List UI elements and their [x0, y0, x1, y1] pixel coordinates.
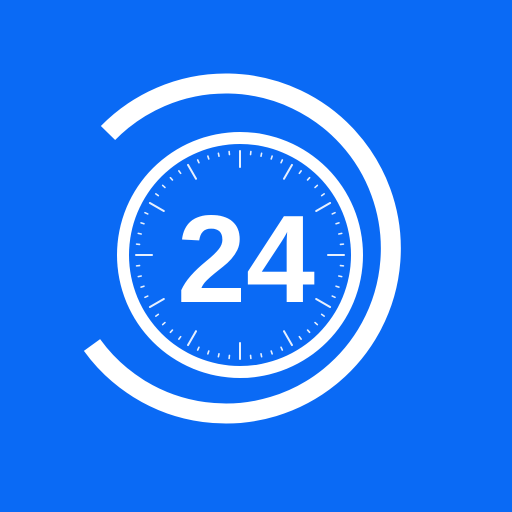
clock-tick-minor	[331, 211, 336, 215]
clock-tick-minor	[137, 275, 143, 278]
clock-tick-minor	[270, 155, 273, 160]
clock-tick-minor	[207, 155, 210, 160]
clock-tick-minor	[335, 285, 340, 288]
app-icon[interactable]: 24	[0, 0, 512, 512]
clock-tick-minor	[335, 222, 340, 225]
clock-tick-minor	[137, 232, 143, 235]
clock-tick-minor	[337, 275, 343, 278]
clock-tick-minor	[280, 346, 284, 351]
clock-tick-minor	[196, 159, 200, 164]
clock-tick-minor	[337, 232, 343, 235]
clock-tick-minor	[260, 352, 263, 358]
clock-24-icon: 24	[0, 0, 512, 512]
clock-numeral: 24	[177, 191, 315, 329]
clock-tick-minor	[217, 152, 220, 158]
clock-tick-minor	[207, 350, 210, 355]
clock-tick-minor	[280, 159, 284, 164]
clock-tick-minor	[144, 211, 149, 215]
clock-tick-minor	[260, 152, 263, 158]
clock-tick-minor	[270, 350, 273, 355]
clock-tick-minor	[140, 285, 145, 288]
clock-tick-minor	[140, 222, 145, 225]
clock-tick-minor	[196, 346, 200, 351]
clock-tick-minor	[217, 352, 220, 358]
clock-tick-minor	[144, 295, 149, 299]
clock-tick-minor	[331, 295, 336, 299]
